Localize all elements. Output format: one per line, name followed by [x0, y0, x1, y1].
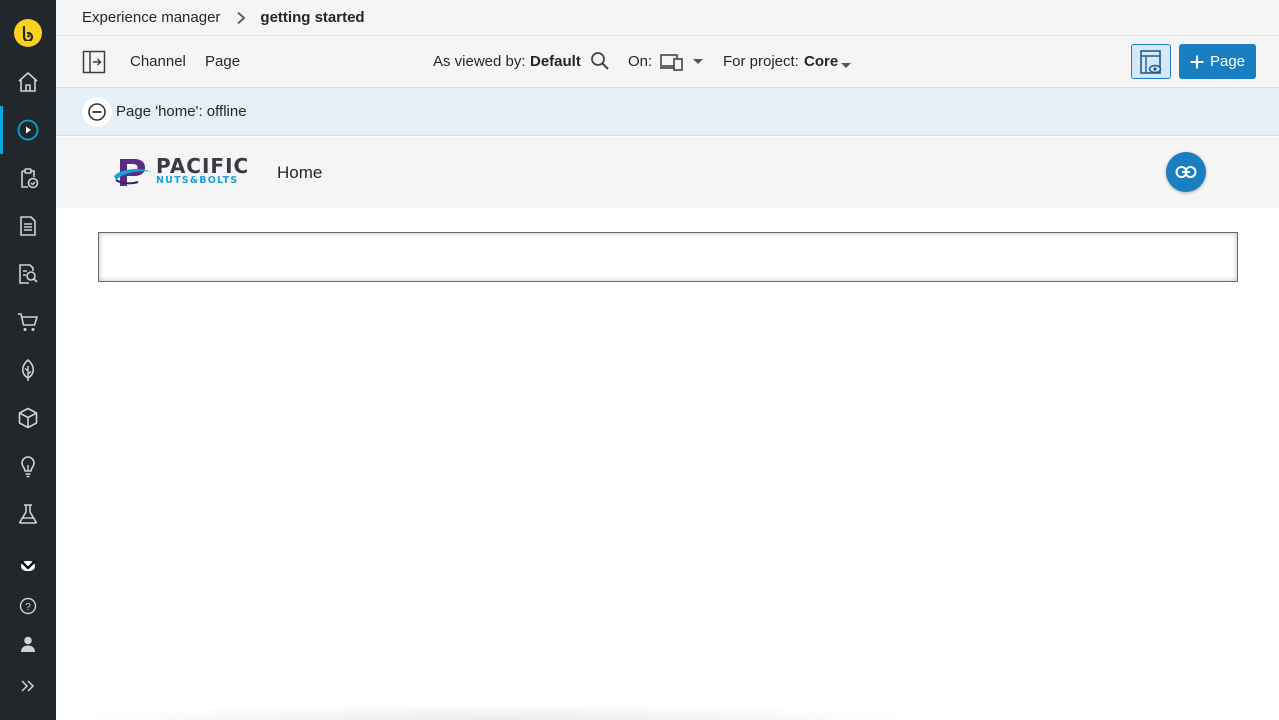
sidebar-item-home[interactable] — [0, 58, 56, 106]
help-icon: ? — [19, 597, 37, 615]
seo-leaf-icon — [21, 358, 35, 381]
sidebar-item-experiments[interactable] — [0, 490, 56, 538]
page-status-text: Page 'home': offline — [116, 103, 247, 120]
experiments-flask-icon — [19, 504, 37, 524]
content-icon — [20, 216, 36, 236]
devices-icon — [660, 54, 703, 71]
sidebar-item-experience-manager[interactable] — [0, 106, 56, 154]
sidepanel-toggle-icon — [82, 50, 106, 74]
experience-manager-icon — [17, 119, 39, 141]
logo-word: PACIFIC — [156, 154, 250, 178]
sidebar-item-seo[interactable] — [0, 346, 56, 394]
breadcrumb-current: getting started — [260, 9, 365, 26]
manage-menu-button[interactable] — [1166, 152, 1206, 192]
device-selector[interactable] — [660, 53, 706, 76]
sidebar-item-commerce[interactable] — [0, 298, 56, 346]
preview-eye-icon — [1140, 49, 1162, 74]
insights-bulb-icon — [21, 456, 35, 478]
plus-icon — [1190, 55, 1204, 68]
site-header: PACIFIC NUTS&BOLTS Home — [56, 137, 1279, 208]
sidebar-item-content-search[interactable] — [0, 250, 56, 298]
svg-text:?: ? — [25, 602, 31, 613]
add-page-button[interactable]: Page — [1179, 44, 1256, 79]
bottom-shadow — [56, 704, 936, 720]
sidebar-more[interactable] — [0, 540, 56, 588]
toolbar: Channel Page As viewed by: Default On: F… — [56, 36, 1279, 88]
sidebar: ? — [0, 0, 56, 720]
link-icon — [1175, 166, 1197, 178]
projects-icon — [21, 168, 39, 189]
preview-toggle-button[interactable] — [1131, 44, 1171, 79]
breadcrumb-experience-manager[interactable]: Experience manager — [82, 9, 220, 26]
viewed-by-label: As viewed by: — [433, 53, 526, 70]
logo-subtitle: NUTS&BOLTS — [156, 175, 239, 186]
sidebar-item-insights[interactable] — [0, 442, 56, 490]
sidebar-expand[interactable] — [0, 662, 56, 710]
site-nav-home[interactable]: Home — [277, 163, 322, 183]
breadcrumb: Experience manager getting started — [56, 0, 1279, 36]
pacific-nuts-bolts-logo[interactable]: PACIFIC NUTS&BOLTS — [114, 156, 254, 188]
empty-container[interactable] — [98, 232, 1238, 282]
caret-down-icon[interactable] — [840, 57, 852, 75]
on-label: On: — [628, 53, 653, 70]
sidebar-item-setup[interactable] — [0, 394, 56, 442]
sidebar-user[interactable] — [0, 620, 56, 668]
chevron-right-icon — [236, 11, 246, 25]
project-label: For project: — [723, 53, 799, 70]
more-chevron-down-icon — [20, 560, 36, 571]
page-status-bar: Page 'home': offline — [56, 88, 1279, 136]
bloomreach-logo-icon[interactable] — [14, 19, 42, 47]
content-search-icon — [19, 264, 38, 284]
search-icon[interactable] — [590, 51, 610, 76]
channel-menu[interactable]: Channel — [130, 53, 186, 70]
expand-sidebar-icon — [21, 680, 35, 692]
commerce-cart-icon — [18, 313, 38, 331]
toggle-sidepanel-button[interactable] — [82, 50, 106, 74]
viewed-by-value[interactable]: Default — [530, 53, 581, 70]
user-icon — [21, 636, 35, 652]
setup-cube-icon — [18, 407, 38, 429]
project-value[interactable]: Core — [804, 53, 838, 70]
sidebar-item-content[interactable] — [0, 202, 56, 250]
page-menu[interactable]: Page — [205, 53, 240, 70]
sidebar-item-projects[interactable] — [0, 154, 56, 202]
offline-minus-circle-icon — [82, 96, 112, 127]
add-page-label: Page — [1209, 53, 1246, 70]
home-icon — [18, 72, 38, 92]
